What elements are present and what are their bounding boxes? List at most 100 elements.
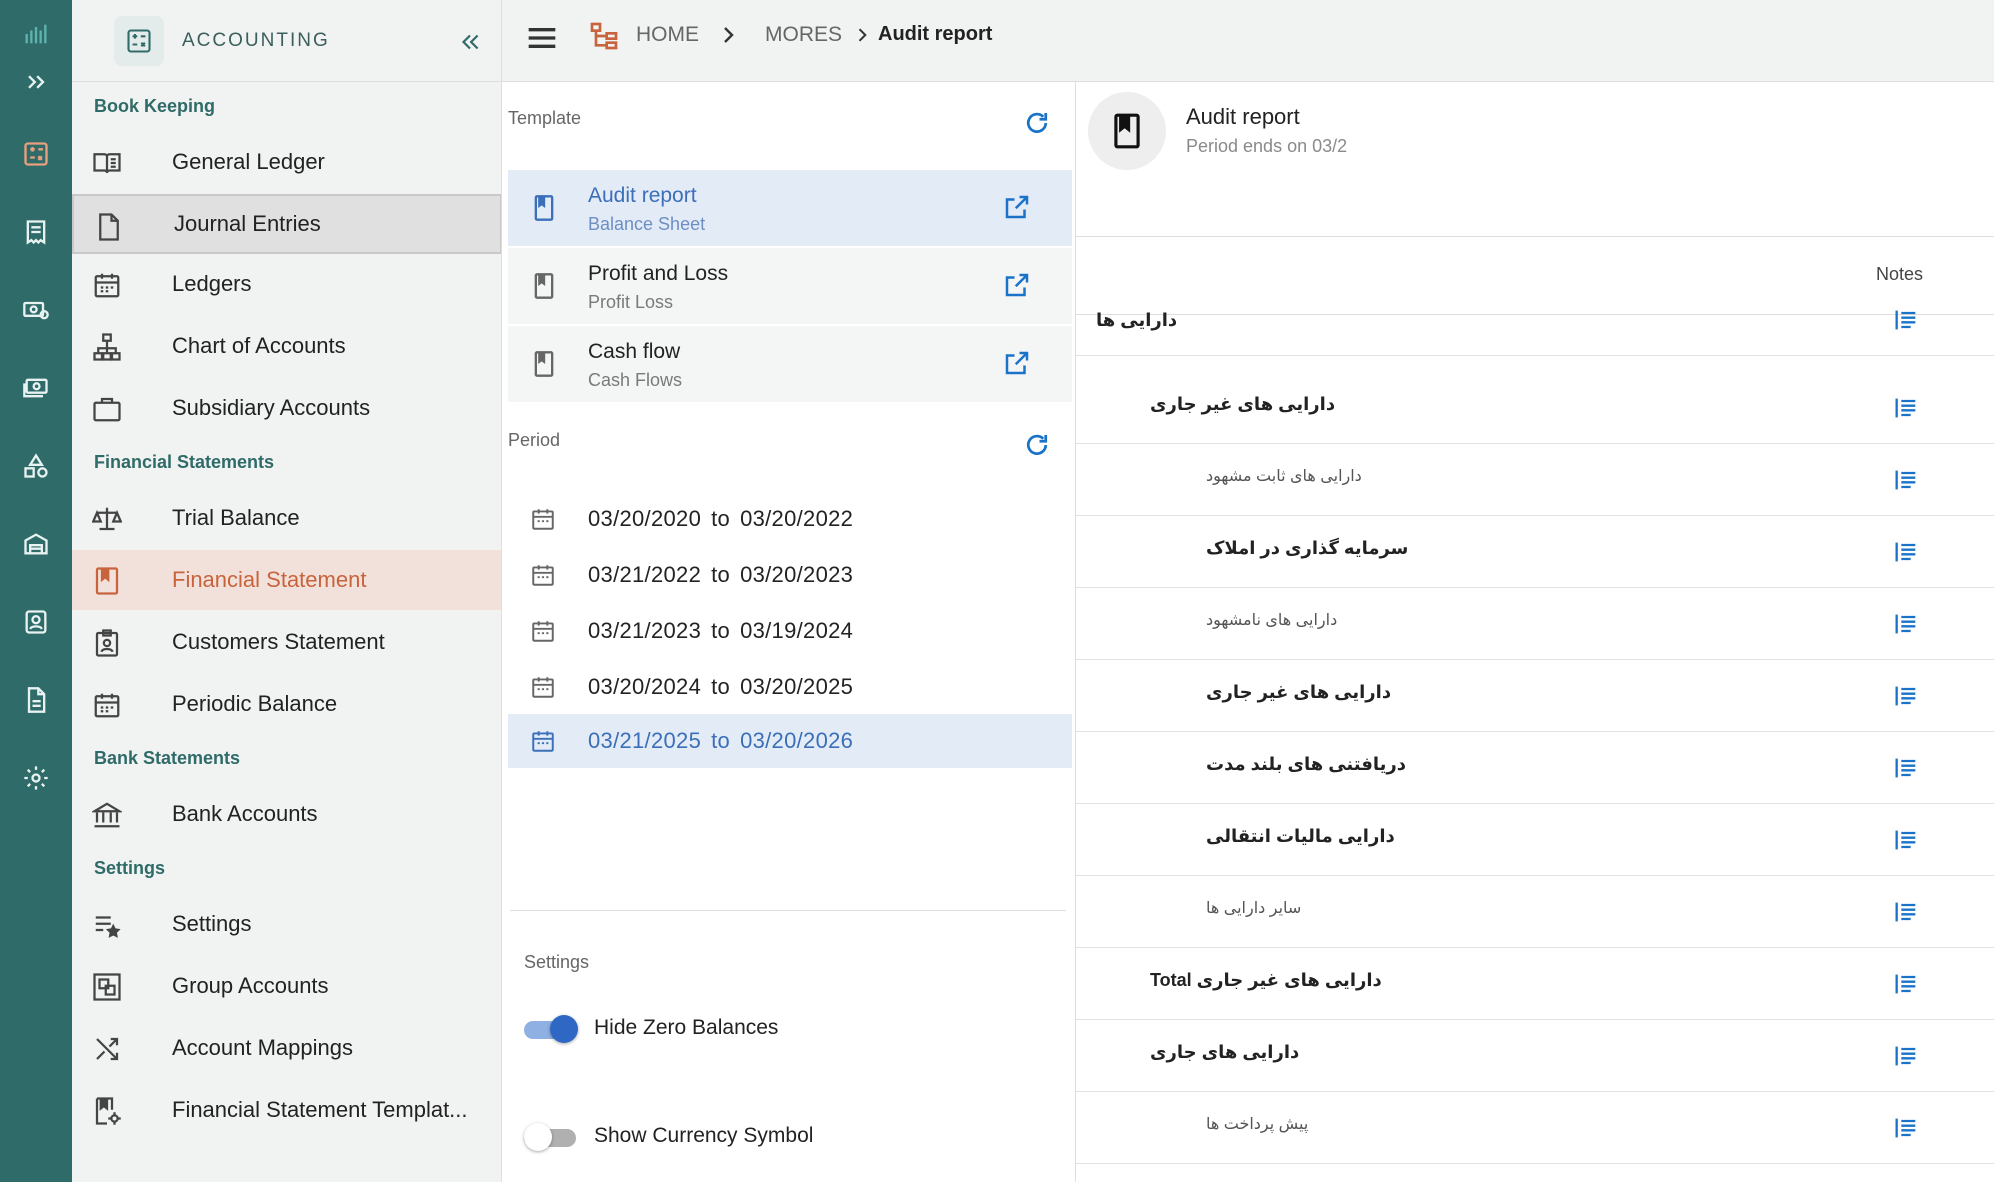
warehouse-icon[interactable] [0,516,72,572]
sidebar-item-periodic-balance[interactable]: Periodic Balance [72,674,501,734]
refresh-templates-button[interactable] [1022,108,1052,138]
period-item[interactable]: 03/21/2022 to 03/20/2023 [508,548,1072,602]
cash-icon[interactable] [0,360,72,416]
period-to: 03/20/2023 [740,562,854,587]
period-to: 03/20/2025 [740,674,854,699]
chevron-right-icon [716,22,740,48]
sidebar-item-label: Financial Statement [172,567,367,592]
open-external-icon[interactable] [1002,192,1032,222]
sidebar-item-fs-templates[interactable]: Financial Statement Templat... [72,1080,501,1140]
period-label: Period [508,430,561,450]
calendar-icon [530,674,556,700]
period-from: 03/20/2020 [588,506,702,531]
template-title: Profit and Loss [588,262,729,285]
period-to: 03/20/2026 [740,728,854,753]
accounting-icon[interactable] [0,126,72,182]
expand-icon[interactable] [0,54,72,110]
report-row-label: پیش پرداخت ها [1206,1116,1309,1133]
sidebar-item-settings[interactable]: Settings [72,894,501,954]
hide-zero-balances-toggle[interactable] [524,1014,578,1043]
contact-card-icon [92,628,122,658]
notes-list-icon[interactable] [1892,1114,1920,1142]
open-external-icon[interactable] [1002,348,1032,378]
notes-list-icon[interactable] [1892,898,1920,926]
divider [1076,236,1994,237]
report-row[interactable]: Total دارایی های غیر جاری [1076,948,1994,1020]
open-external-icon[interactable] [1002,270,1032,300]
refresh-periods-button[interactable] [1022,430,1052,460]
shapes-icon[interactable] [0,438,72,494]
notes-list-icon[interactable] [1892,970,1920,998]
gear-icon[interactable] [0,750,72,806]
report-row[interactable]: دارایی های غیر جاری [1076,660,1994,732]
sidebar-item-trial-balance[interactable]: Trial Balance [72,488,501,548]
report-subtitle: Period ends on 03/2 [1186,136,1348,156]
sidebar-item-subsidiary-accounts[interactable]: Subsidiary Accounts [72,378,501,438]
calculator-icon [114,15,164,66]
document-icon[interactable] [0,672,72,728]
report-row[interactable]: دارایی ها [1076,300,1994,356]
template-item-profit-loss[interactable]: Profit and Loss Profit Loss [508,248,1072,324]
period-to: 03/19/2024 [740,618,854,643]
payments-icon[interactable] [0,282,72,338]
template-item-audit-report[interactable]: Audit report Balance Sheet [508,170,1072,246]
template-subtitle: Balance Sheet [588,214,706,234]
notes-list-icon[interactable] [1892,754,1920,782]
calendar-icon [530,506,556,532]
period-item[interactable]: 03/20/2020 to 03/20/2022 [508,492,1072,546]
refresh-icon [1026,112,1048,133]
report-row-label: دارایی های جاری [1150,1042,1300,1062]
contact-icon[interactable] [0,594,72,650]
period-to-word: to [711,618,731,643]
report-row[interactable]: سرمایه گذاری در املاک [1076,516,1994,588]
period-to-word: to [711,506,731,531]
section-bookkeeping: Book Keeping [94,96,216,116]
show-currency-symbol-toggle[interactable] [524,1122,578,1151]
report-row[interactable]: دریافتنی های بلند مدت [1076,732,1994,804]
notes-list-icon[interactable] [1892,306,1920,334]
notes-list-icon[interactable] [1892,466,1920,494]
report-row[interactable]: دارایی مالیات انتقالی [1076,804,1994,876]
sidebar-item-label: Journal Entries [174,211,321,236]
report-row-label: سرمایه گذاری در املاک [1206,538,1409,558]
selection-panel: Template Audit report Balance Sheet Prof… [502,82,1076,1182]
sidebar-item-label: Ledgers [172,271,252,296]
report-row[interactable]: پیش پرداخت ها [1076,1092,1994,1164]
period-item[interactable]: 03/20/2024 to 03/20/2025 [508,660,1072,714]
report-row[interactable]: دارایی های ثابت مشهود [1076,444,1994,516]
sidebar-item-chart-of-accounts[interactable]: Chart of Accounts [72,316,501,376]
template-item-cash-flow[interactable]: Cash flow Cash Flows [508,326,1072,402]
period-item-selected[interactable]: 03/21/2025 to 03/20/2026 [508,714,1072,768]
sidebar-item-journal-entries[interactable]: Journal Entries [72,194,501,254]
sidebar-item-account-mappings[interactable]: Account Mappings [72,1018,501,1078]
report-row[interactable]: دارایی های جاری [1076,1020,1994,1092]
sidebar-item-general-ledger[interactable]: General Ledger [72,132,501,192]
notes-list-icon[interactable] [1892,538,1920,566]
notes-list-icon[interactable] [1892,826,1920,854]
period-item[interactable]: 03/21/2023 to 03/19/2024 [508,604,1072,658]
report-row[interactable]: سایر دارایی ها [1076,876,1994,948]
notes-list-icon[interactable] [1892,610,1920,638]
menu-icon[interactable] [522,18,562,58]
hierarchy-icon [92,332,122,362]
bookmark-icon [530,272,558,300]
collapse-sidebar-button[interactable] [450,22,490,62]
notes-list-icon[interactable] [1892,394,1920,422]
sidebar-item-financial-statement[interactable]: Financial Statement [72,550,501,610]
notes-list-icon[interactable] [1892,682,1920,710]
period-from: 03/21/2022 [588,562,702,587]
template-label: Template [508,108,582,128]
file-icon [94,212,124,242]
report-row-label: Total دارایی های غیر جاری [1150,970,1382,990]
sidebar-item-ledgers[interactable]: Ledgers [72,254,501,314]
section-settings: Settings [94,858,166,878]
breadcrumb-home[interactable]: HOME [636,23,699,47]
receipt-icon[interactable] [0,204,72,260]
report-row[interactable]: دارایی های غیر جاری [1076,372,1994,444]
breadcrumb-mores[interactable]: MORES [765,23,842,47]
notes-list-icon[interactable] [1892,1042,1920,1070]
sidebar-item-customers-statement[interactable]: Customers Statement [72,612,501,672]
report-row[interactable]: دارایی های نامشهود [1076,588,1994,660]
sidebar-item-group-accounts[interactable]: Group Accounts [72,956,501,1016]
sidebar-item-bank-accounts[interactable]: Bank Accounts [72,784,501,844]
